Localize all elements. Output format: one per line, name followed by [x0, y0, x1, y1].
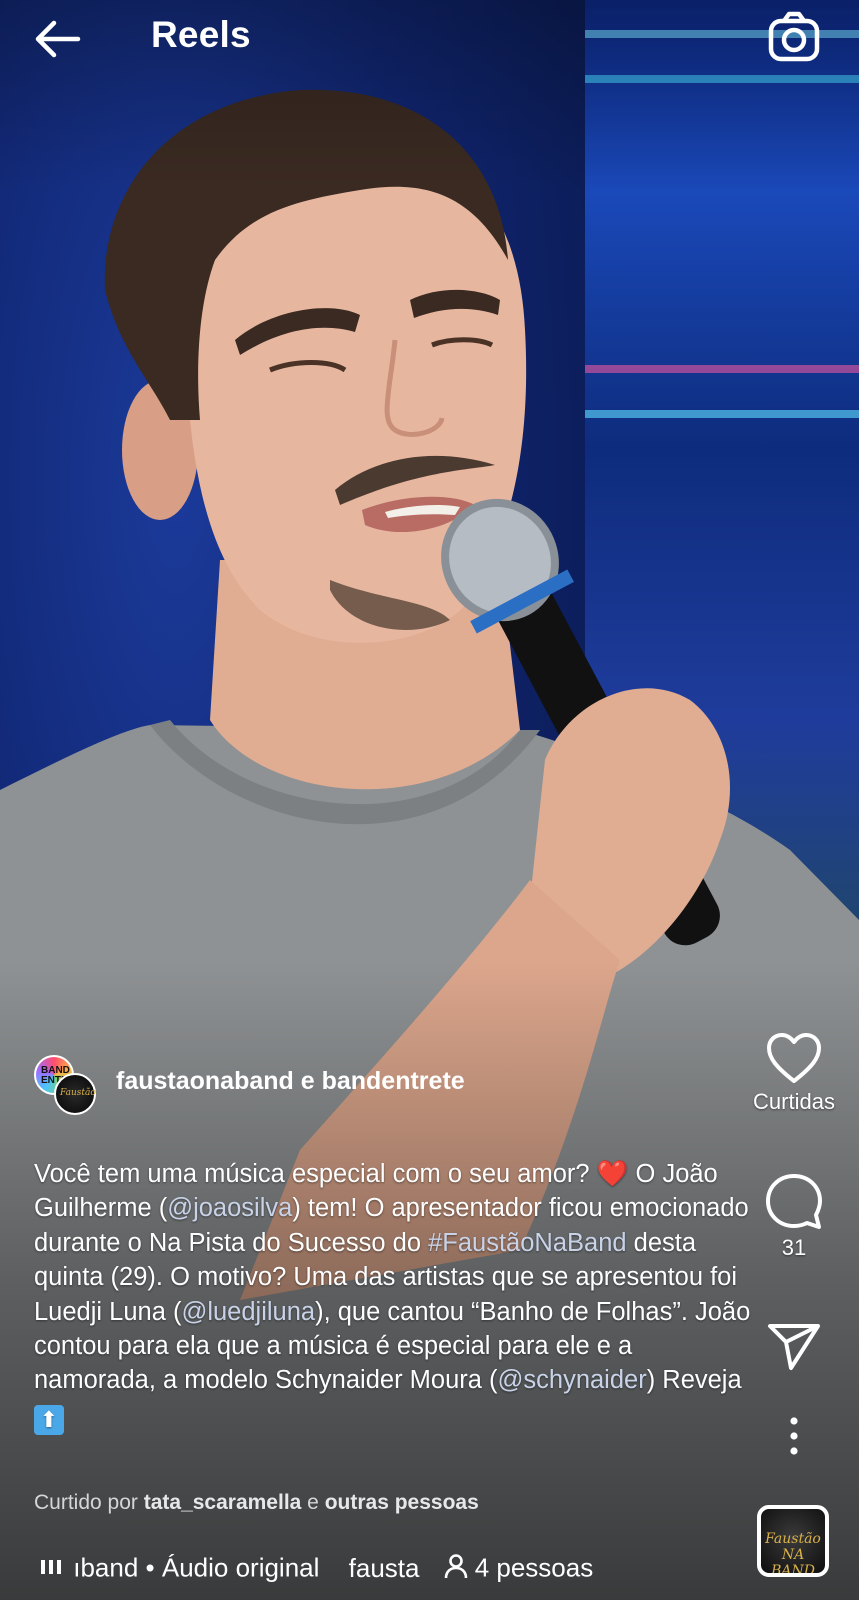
- liked-by-prefix: Curtido por: [34, 1491, 144, 1514]
- caption-segment: ) Reveja: [646, 1366, 742, 1395]
- author-names[interactable]: faustaonaband e bandentrete: [116, 1067, 465, 1096]
- avatar[interactable]: Faustão: [54, 1073, 96, 1115]
- mention-link[interactable]: @schynaider: [498, 1366, 647, 1394]
- caption-segment: Você tem uma música especial com o seu a…: [34, 1160, 597, 1188]
- author-row[interactable]: BAND ENTRE Faustão faustaonaband e bande…: [34, 1055, 554, 1115]
- hashtag-link[interactable]: #FaustãoNaBand: [428, 1229, 626, 1257]
- back-arrow-icon[interactable]: [30, 14, 86, 64]
- audio-name[interactable]: ıband • Áudio original: [73, 1553, 319, 1583]
- page-title: Reels: [151, 14, 251, 55]
- audio-people-count[interactable]: 4 pessoas: [475, 1553, 594, 1583]
- audio-thumbnail-logo: Faustão NA BAND: [765, 1531, 821, 1577]
- audio-bars-icon: [41, 1560, 61, 1574]
- avatar-logo-text: Faustão: [60, 1088, 96, 1098]
- camera-icon[interactable]: [766, 10, 822, 66]
- caption-text[interactable]: Você tem uma música especial com o seu a…: [34, 1157, 754, 1435]
- liked-by-joiner: e: [301, 1491, 325, 1514]
- person-icon: [444, 1554, 468, 1579]
- comment-icon[interactable]: [765, 1173, 823, 1231]
- heart-emoji: ❤️: [596, 1160, 629, 1188]
- liked-by[interactable]: Curtido por tata_scaramella e outras pes…: [34, 1491, 479, 1515]
- liked-by-others[interactable]: outras pessoas: [325, 1491, 479, 1514]
- up-arrow-emoji: ⬆: [34, 1404, 64, 1435]
- top-bar: Reels: [0, 0, 859, 80]
- audio-extra[interactable]: fausta: [349, 1553, 420, 1583]
- like-action[interactable]: Curtidas: [735, 1033, 853, 1115]
- more-icon[interactable]: [789, 1416, 799, 1456]
- heart-icon[interactable]: [766, 1033, 822, 1085]
- audio-row[interactable]: ıband • Áudio original fausta 4 pessoas: [40, 1551, 593, 1591]
- mention-link[interactable]: @luedjiluna: [181, 1298, 315, 1326]
- liked-by-user[interactable]: tata_scaramella: [144, 1491, 302, 1514]
- audio-thumbnail[interactable]: Faustão NA BAND: [757, 1505, 829, 1577]
- share-icon[interactable]: [767, 1322, 821, 1372]
- mention-link[interactable]: @joaosilva: [167, 1194, 292, 1222]
- like-label: Curtidas: [753, 1089, 835, 1114]
